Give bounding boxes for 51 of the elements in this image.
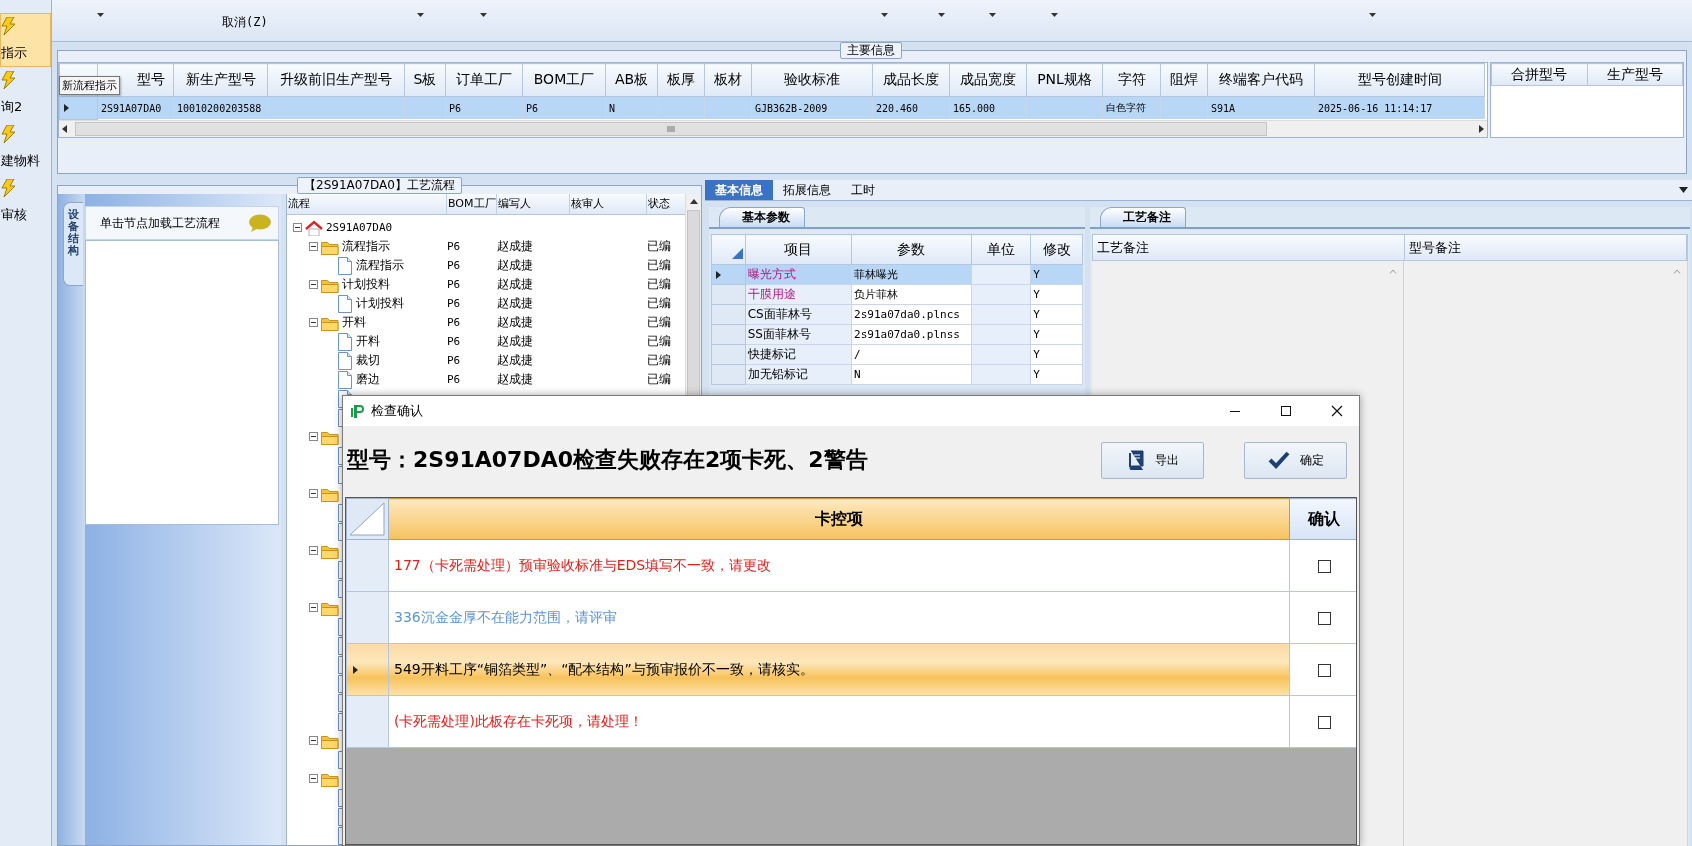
table-cell: N xyxy=(851,364,972,385)
table-cell-text: 赵成捷 xyxy=(497,314,534,331)
table-cell: CS面菲林号 xyxy=(747,307,812,321)
table-cell-text: P6 xyxy=(447,335,462,348)
table-cell-text: 赵成捷 xyxy=(497,238,534,255)
table-cell: (卡死需处理)此板存在卡死项，请处理！ xyxy=(394,712,643,729)
table-cell: 负片菲林 xyxy=(851,284,972,305)
table-cell-text: P6 xyxy=(447,297,462,310)
table-cell: 549开料工序“铜箔类型”、“配本结构”与预审报价不一致，请核实。 xyxy=(394,660,814,677)
table-cell: 加无铅标记 xyxy=(747,367,808,381)
table-cell-text: P6 xyxy=(447,278,462,291)
table-cell-text: 已编 xyxy=(647,295,672,312)
hint-text: 单击节点加载工艺流程 xyxy=(100,214,220,232)
table-cell-text: P6 xyxy=(447,259,462,272)
table-cell-text: 已编 xyxy=(647,257,672,274)
table-cell-text: 赵成捷 xyxy=(497,276,534,293)
table-cell-text: 已编 xyxy=(647,352,672,369)
table-cell: / xyxy=(851,344,972,365)
tooltip: 新流程指示 xyxy=(59,76,120,95)
table-cell: 曝光方式 xyxy=(747,267,796,281)
table-cell-text: 赵成捷 xyxy=(497,352,534,369)
panel-title: 主要信息 xyxy=(840,42,902,59)
table-cell-text: 已编 xyxy=(647,314,672,331)
table-cell: Y xyxy=(1030,324,1083,345)
table-cell-text: P6 xyxy=(447,316,462,329)
table-cell: 336沉金金厚不在能力范围，请评审 xyxy=(394,608,617,625)
table-cell-text: P6 xyxy=(447,240,462,253)
window-title: 检查确认 xyxy=(371,402,424,420)
table-cell: 2s91a07da0.plnss xyxy=(851,324,972,345)
table-cell: 177（卡死需处理）预审验收标准与EDS填写不一致，请更改 xyxy=(394,556,772,573)
table-cell-text: 赵成捷 xyxy=(497,295,534,312)
heading: 型号：2S91A07DA0检查失败存在2项卡死、2警告 xyxy=(347,446,869,474)
table-cell-text: 赵成捷 xyxy=(497,333,534,350)
table-cell-text: 已编 xyxy=(647,333,672,350)
table-cell: Y xyxy=(1030,344,1083,365)
table-cell-text: P6 xyxy=(447,373,462,386)
table-cell-text: 已编 xyxy=(647,371,672,388)
table-cell-text: 赵成捷 xyxy=(497,257,534,274)
table-cell-text: 已编 xyxy=(647,238,672,255)
table-cell: SS面菲林号 xyxy=(747,327,811,341)
table-cell-text: 已编 xyxy=(647,276,672,293)
table-cell: 快捷标记 xyxy=(747,347,796,361)
table-cell: 2s91a07da0.plncs xyxy=(851,304,972,325)
table-cell-text: 赵成捷 xyxy=(497,371,534,388)
table-cell: Y xyxy=(1030,364,1083,385)
panel-title: 【2S91A07DA0】工艺流程 xyxy=(297,178,462,194)
table-cell: Y xyxy=(1030,284,1083,305)
table-cell: 2025-06-16 11:14:17 xyxy=(1314,96,1485,119)
table-cell-text: P6 xyxy=(447,354,462,367)
table-cell: Y xyxy=(1030,304,1083,325)
table-cell: 干膜用途 xyxy=(747,287,796,301)
